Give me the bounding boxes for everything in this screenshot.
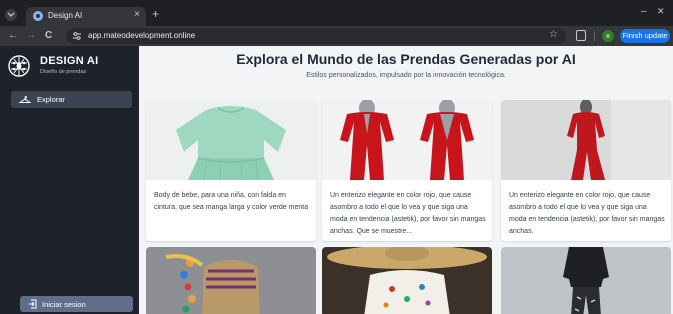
- site-info-icon[interactable]: [72, 31, 82, 41]
- garment-description: Un enterizo elegante en color rojo, que …: [330, 192, 486, 235]
- browser-toolbar: ← → C app.mateodevelopment.online ☆ Fini…: [0, 26, 673, 46]
- login-label: Iniciar sesion: [42, 300, 86, 309]
- garment-card[interactable]: [501, 247, 671, 314]
- sidebar-item-explorar[interactable]: Explorar: [11, 91, 132, 108]
- browser-tab[interactable]: Design AI ×: [26, 7, 146, 26]
- garment-card[interactable]: [146, 247, 316, 314]
- garment-image: [501, 247, 671, 314]
- main-content: Explora el Mundo de las Prendas Generada…: [139, 46, 673, 314]
- new-tab-icon[interactable]: +: [152, 8, 159, 20]
- window-close-icon[interactable]: ✕: [657, 6, 665, 17]
- brain-circuit-icon: [8, 55, 30, 77]
- tab-search-chevron-icon[interactable]: [5, 9, 17, 21]
- sidebar-item-label: Explorar: [37, 95, 65, 104]
- login-icon: [29, 299, 37, 309]
- garment-image: [146, 100, 316, 180]
- browser-tabbar: Design AI × + – ✕: [0, 0, 673, 26]
- hanger-icon: [19, 96, 31, 103]
- page-title: Explora el Mundo de las Prendas Generada…: [236, 51, 576, 67]
- extensions-icon[interactable]: [576, 30, 586, 41]
- sidebar: DESIGN AI Diseño de prendas Explorar Ini…: [0, 46, 139, 314]
- address-bar[interactable]: app.mateodevelopment.online: [66, 28, 566, 44]
- login-button[interactable]: Iniciar sesion: [20, 296, 133, 312]
- bookmark-star-icon[interactable]: ☆: [549, 29, 558, 40]
- favicon-icon: [33, 11, 43, 21]
- garment-card[interactable]: Body de bebe, para una niña, con falda e…: [146, 100, 316, 241]
- garment-image: [322, 100, 492, 180]
- page-subtitle: Estilos personalizados, impulsado por la…: [306, 72, 506, 79]
- url-text: app.mateodevelopment.online: [88, 31, 196, 40]
- tab-close-icon[interactable]: ×: [134, 9, 140, 20]
- finish-update-button[interactable]: Finish update: [620, 29, 670, 43]
- tab-title: Design AI: [48, 11, 83, 20]
- profile-avatar[interactable]: [602, 30, 614, 42]
- garment-card[interactable]: [322, 247, 492, 314]
- garment-image: [501, 100, 671, 180]
- garment-description: Un enterizo elegante en color rojo, que …: [509, 192, 665, 235]
- minimize-icon[interactable]: –: [641, 6, 647, 17]
- forward-icon[interactable]: →: [26, 29, 36, 43]
- garment-card[interactable]: Un enterizo elegante en color rojo, que …: [501, 100, 671, 241]
- back-icon[interactable]: ←: [8, 29, 18, 43]
- garment-image: [146, 247, 316, 314]
- reload-icon[interactable]: C: [45, 29, 52, 43]
- garment-image: [322, 247, 492, 314]
- brand-tagline: Diseño de prendas: [40, 69, 87, 75]
- toolbar-divider: [594, 31, 595, 41]
- brand-name: DESIGN AI: [40, 55, 99, 67]
- garment-card[interactable]: Un enterizo elegante en color rojo, que …: [322, 100, 492, 241]
- garment-description: Body de bebe, para una niña, con falda e…: [154, 192, 309, 211]
